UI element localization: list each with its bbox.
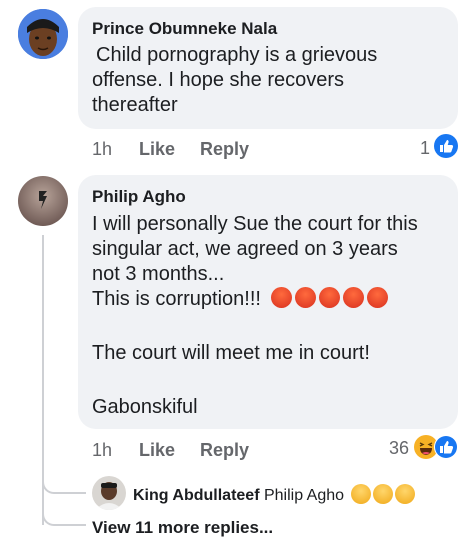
view-more-replies-link[interactable]: View 11 more replies...	[92, 518, 273, 538]
comment-line: singular act, we agreed on 3 years	[92, 238, 398, 260]
avatar[interactable]	[18, 9, 68, 59]
eye-roll-face-icon	[351, 484, 372, 504]
reply-text: Philip Agho	[263, 487, 345, 504]
comment-time[interactable]: 1h	[92, 139, 112, 160]
like-button[interactable]: Like	[139, 440, 175, 461]
angry-face-icon	[342, 287, 364, 308]
comment-time[interactable]: 1h	[92, 440, 112, 461]
like-button[interactable]: Like	[139, 139, 175, 160]
comment-author[interactable]: Philip Agho	[92, 187, 186, 207]
eye-roll-face-icon	[373, 484, 394, 504]
comment-line-with-emoji: This is corruption!!!	[92, 287, 391, 312]
comment-bubble: Prince Obumneke Nala Child pornography i…	[78, 7, 458, 129]
comment-line: Gabonskiful	[92, 396, 198, 418]
comment-line: Child pornography is a grievous	[96, 44, 378, 66]
reaction-count[interactable]: 1	[420, 138, 430, 159]
angry-face-icon	[366, 287, 388, 308]
comment-bubble: Philip Agho I will personally Sue the co…	[78, 175, 458, 429]
reply-button[interactable]: Reply	[200, 440, 249, 461]
comment-line: thereafter	[92, 94, 178, 116]
avatar[interactable]	[18, 176, 68, 226]
comment-author[interactable]: Prince Obumneke Nala	[92, 19, 277, 39]
angry-face-icon	[270, 287, 292, 308]
like-reaction-icon	[434, 134, 458, 158]
like-reaction-icon	[434, 435, 458, 459]
angry-face-icon	[294, 287, 316, 308]
thread-connector	[42, 510, 86, 526]
eye-roll-face-icon	[395, 484, 416, 504]
comment-line: The court will meet me in court!	[92, 342, 370, 364]
reply-button[interactable]: Reply	[200, 139, 249, 160]
avatar[interactable]	[92, 476, 126, 510]
comment-line: not 3 months...	[92, 263, 225, 285]
comment-line: offense. I hope she recovers	[92, 69, 345, 91]
comment-line: I will personally Sue the court for this	[92, 213, 418, 235]
reply-author[interactable]: King Abdullateef	[133, 487, 260, 504]
comment-line: This is corruption!!!	[92, 288, 261, 310]
angry-face-icon	[318, 287, 340, 308]
reply-preview[interactable]: King Abdullateef Philip Agho	[133, 484, 417, 505]
thread-connector	[42, 478, 86, 494]
reaction-count[interactable]: 36	[389, 438, 409, 459]
